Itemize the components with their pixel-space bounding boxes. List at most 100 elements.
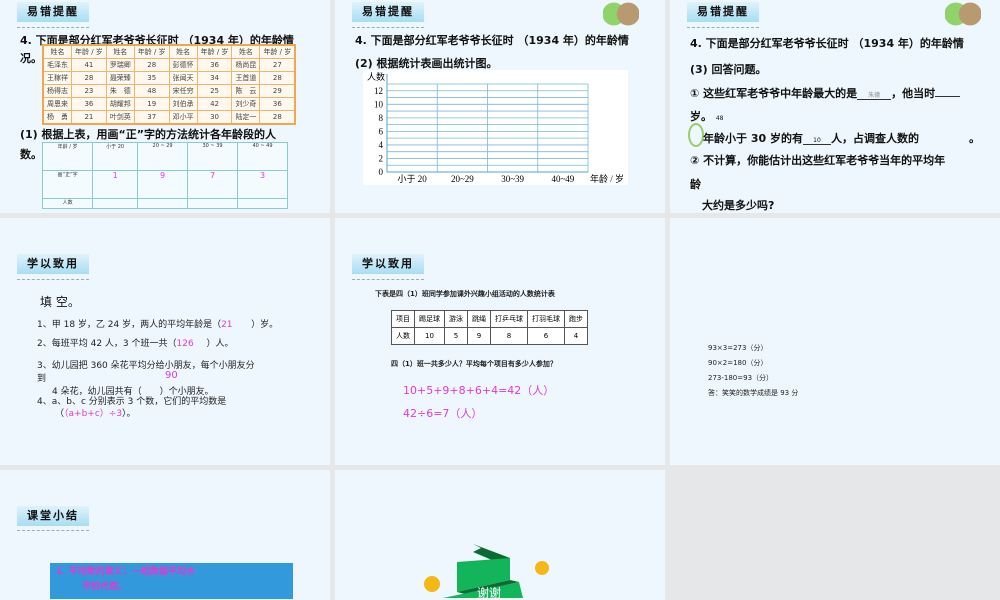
table-row: 周恩来 36 胡耀邦 19 刘伯承 42 刘少奇 36 (42, 97, 296, 111)
part-1: (1) 根据上表，用画“正”字的方法统计各年龄段的人 (20, 128, 276, 141)
tally-row-label: 画“正”字 (41, 170, 94, 199)
activity-count: 4 (564, 327, 588, 345)
q3-line5: 龄 (690, 178, 701, 191)
question: 4. 下面是部分红军老爷爷长征时 （1934 年）的年龄情 (690, 37, 964, 50)
thanks-text: 谢谢 (477, 585, 501, 598)
column-header: 姓名 (168, 44, 198, 59)
divider (352, 279, 424, 280)
activity-question: 四（1）班一共多少人？平均每个项目有多少人参加？ (391, 360, 557, 368)
divider (17, 530, 89, 531)
table-cell: 叶剑英 (105, 110, 135, 125)
table-cell: 邓小平 (168, 110, 198, 125)
column-header: 年龄 / 岁 (71, 44, 107, 59)
tally-table: 年龄 / 岁小于 20 20 ~ 29 30 ~ 39 40 ~ 49 画“正”字 1 9… (41, 142, 288, 209)
section-badge: 易错提醒 (17, 2, 89, 22)
activity-header: 打乒乓球 (490, 310, 528, 328)
table-cell: 陈 云 (231, 84, 261, 98)
activity-count: 6 (527, 327, 565, 345)
section-badge: 课堂小结 (17, 506, 89, 526)
x-tick-label: 小于 20 (397, 174, 427, 184)
table-cell: 25 (196, 84, 233, 98)
column-header: 姓名 (231, 44, 261, 59)
table-cell: 胡耀邦 (105, 97, 135, 111)
table-cell: 王首道 (231, 71, 261, 85)
table-row: 杨 勇 21 叶剑英 37 邓小平 30 陆定一 28 (42, 110, 296, 125)
q3-line4: ② 不计算，你能估计出这些红军老爷爷当年的平均年 (690, 154, 946, 167)
column-header: 年龄 / 岁 (259, 44, 296, 59)
activity-count: 5 (444, 327, 468, 345)
part-1-cont: 数。 (20, 148, 42, 161)
activity-header: 打羽毛球 (527, 310, 565, 328)
activity-table: 项目 踢足球 游泳 跳绳 打乒乓球 打羽毛球 跑步 人数 10 5 9 8 6 4 (391, 310, 588, 345)
x-tick-label: 40~49 (551, 174, 574, 184)
table-cell: 毛泽东 (42, 58, 72, 72)
table-row: 王稼祥 28 聂荣臻 35 张闻天 34 王首道 28 (42, 71, 296, 85)
table-cell: 张闻天 (168, 71, 198, 85)
answer-line: 答：笑笑的数学成绩是 93 分 (708, 389, 799, 397)
count-row-label: 人数 (41, 198, 94, 209)
table-cell: 34 (196, 71, 233, 85)
item-2: 2、每班平均 42 人，3 个班一共（126 ）人。 (37, 339, 234, 349)
slide-thumbnail-6[interactable]: 93×3=273（分） 90×2=180（分） 273-180=93（分） 答：… (670, 218, 1000, 465)
y-tick-label: 2 (379, 153, 384, 163)
section-badge: 学以致用 (17, 254, 89, 274)
table-cell: 21 (71, 110, 107, 125)
divider (17, 27, 89, 28)
item-1: 1、甲 18 岁，乙 24 岁，两人的平均年龄是（21 ）岁。 (37, 320, 279, 330)
q3-line1: ① 这些红军老爷爷中年龄最大的是 朱德 ，他当时 (690, 85, 961, 101)
item-3: 3、幼儿园把 360 朵花平均分给小朋友，每个小朋友分 (37, 361, 255, 371)
q3-line3: 年龄小于 30 岁的有 10 人，占调查人数的。 (703, 132, 980, 145)
slide-thumbnail-2[interactable]: 易错提醒 4. 下面是部分红军老爷爷长征时 （1934 年）的年龄情 (2) 根… (335, 0, 665, 213)
table-cell: 杨尚昆 (231, 58, 261, 72)
answer-3: 90 (165, 370, 178, 381)
y-axis-label: 人数 (367, 71, 385, 82)
slide-thumbnail-1[interactable]: 易错提醒 4. 下面是部分红军老爷爷长征时 （1934 年）的年龄情 况。 姓名… (0, 0, 330, 213)
section-badge: 易错提醒 (687, 2, 759, 22)
mascot-icon (945, 2, 981, 26)
table-cell: 48 (133, 84, 170, 98)
table-cell: 29 (259, 84, 296, 98)
part-3: (3) 回答问题。 (690, 63, 767, 76)
activity-count: 8 (490, 327, 528, 345)
answer-total: 10+5+9+8+6+4=42（人） (403, 384, 555, 397)
slide-thumbnail-8[interactable]: 谢谢 (335, 470, 665, 600)
calc-line-2: 90×2=180（分） (708, 359, 768, 367)
table-cell: 42 (196, 97, 233, 111)
slide-thumbnail-7[interactable]: 课堂小结 1. 平均数的意义：一组数据平均水 平的代表。 (0, 470, 330, 600)
item-3-cont: 到 (37, 374, 47, 384)
q3-line2: 岁。 48 (690, 110, 724, 123)
table-cell: 周恩来 (42, 97, 72, 111)
column-header: 年龄 / 岁 (196, 44, 233, 59)
tally-header: 年龄 / 岁 (41, 142, 94, 171)
slide-thumbnail-3[interactable]: 易错提醒 4. 下面是部分红军老爷爷长征时 （1934 年）的年龄情 (3) 回… (670, 0, 1000, 213)
table-cell: 杨 勇 (42, 110, 72, 125)
y-tick-label: 12 (374, 86, 383, 96)
table-cell: 36 (71, 97, 107, 111)
table-row: 杨得志 23 朱 德 48 宋任穷 25 陈 云 29 (42, 84, 296, 98)
divider (352, 27, 424, 28)
table-cell: 陆定一 (231, 110, 261, 125)
table-caption: 下表是四（1）班同学参加课外兴趣小组活动的人数统计表 (375, 290, 555, 298)
tally-value: 9 (137, 170, 189, 199)
question-cont: 况。 (20, 52, 42, 65)
divider (687, 27, 759, 28)
table-cell: 23 (71, 84, 107, 98)
summary-text-cont: 平的代表。 (82, 582, 128, 592)
slide-thumbnail-5[interactable]: 学以致用 下表是四（1）班同学参加课外兴趣小组活动的人数统计表 项目 踢足球 游泳跳… (335, 218, 665, 465)
fill-blank-title: 填 空。 (40, 295, 80, 309)
activity-count: 10 (414, 327, 445, 345)
table-cell: 36 (196, 58, 233, 72)
tally-header: 40 ~ 49 (237, 142, 288, 171)
column-header: 年龄 / 岁 (133, 44, 170, 59)
x-tick-label: 20~29 (451, 174, 474, 184)
answer-average: 42÷6=7（人） (403, 407, 483, 420)
table-cell: 30 (196, 110, 233, 125)
column-header: 姓名 (42, 44, 72, 59)
table-cell: 朱 德 (105, 84, 135, 98)
table-cell: 王稼祥 (42, 71, 72, 85)
section-badge: 易错提醒 (352, 2, 424, 22)
divider (17, 279, 89, 280)
activity-count: 人数 (391, 327, 415, 345)
x-tick-label: 30~39 (501, 174, 524, 184)
slide-thumbnail-4[interactable]: 学以致用 填 空。 1、甲 18 岁，乙 24 岁，两人的平均年龄是（21 ）岁。… (0, 218, 330, 465)
